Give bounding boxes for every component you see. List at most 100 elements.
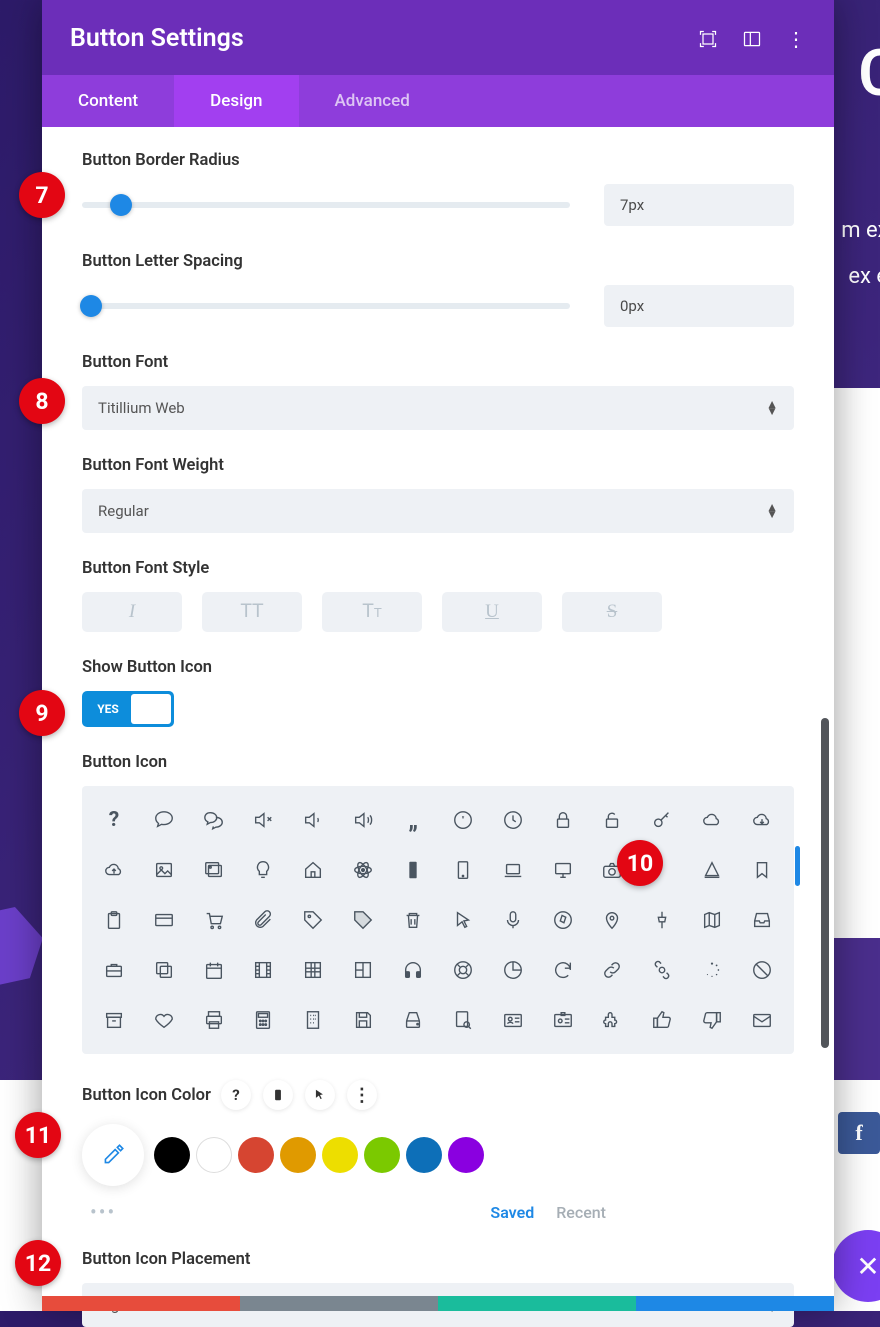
chat-bubbles-icon[interactable] bbox=[190, 796, 238, 844]
letter-spacing-value-input[interactable]: 0px bbox=[604, 285, 794, 327]
smallcaps-button[interactable]: TT bbox=[322, 592, 422, 632]
volume-low-icon[interactable] bbox=[289, 796, 337, 844]
print-icon[interactable] bbox=[190, 996, 238, 1044]
ban-icon[interactable] bbox=[738, 946, 786, 994]
recent-tab[interactable]: Recent bbox=[556, 1203, 606, 1222]
home-icon[interactable] bbox=[289, 846, 337, 894]
border-radius-slider[interactable] bbox=[82, 202, 570, 208]
building-icon[interactable] bbox=[289, 996, 337, 1044]
mobile-preview-icon[interactable] bbox=[263, 1080, 293, 1110]
inbox-icon[interactable] bbox=[738, 896, 786, 944]
atom-icon[interactable] bbox=[339, 846, 387, 894]
border-radius-value-input[interactable]: 7px bbox=[604, 184, 794, 226]
calendar-icon[interactable] bbox=[190, 946, 238, 994]
color-swatch[interactable] bbox=[406, 1137, 442, 1173]
key-icon[interactable] bbox=[638, 796, 686, 844]
layout-icon[interactable] bbox=[339, 946, 387, 994]
color-swatch[interactable] bbox=[448, 1137, 484, 1173]
triangle-icon[interactable] bbox=[688, 846, 736, 894]
chain-icon[interactable] bbox=[638, 946, 686, 994]
cloud-upload-icon[interactable] bbox=[90, 846, 138, 894]
spinner-icon[interactable] bbox=[688, 946, 736, 994]
id-badge-icon[interactable] bbox=[539, 996, 587, 1044]
hover-icon[interactable] bbox=[305, 1080, 335, 1110]
action-mid-segment[interactable] bbox=[240, 1296, 438, 1311]
color-swatch[interactable] bbox=[196, 1137, 232, 1173]
compass-icon[interactable] bbox=[539, 896, 587, 944]
more-icon[interactable]: ⋮ bbox=[347, 1080, 377, 1110]
font-weight-select[interactable]: Regular ▲▼ bbox=[82, 489, 794, 533]
pin-icon[interactable] bbox=[589, 896, 637, 944]
credit-card-icon[interactable] bbox=[140, 896, 188, 944]
action-cancel-segment[interactable] bbox=[42, 1296, 240, 1311]
thumbs-down-icon[interactable] bbox=[688, 996, 736, 1044]
bookmark-icon[interactable] bbox=[738, 846, 786, 894]
tablet-icon[interactable] bbox=[439, 846, 487, 894]
tag-fill-icon[interactable] bbox=[339, 896, 387, 944]
help-icon[interactable]: ? bbox=[221, 1080, 251, 1110]
grid-icon[interactable] bbox=[289, 946, 337, 994]
lock-icon[interactable] bbox=[539, 796, 587, 844]
color-swatch[interactable] bbox=[238, 1137, 274, 1173]
button-font-select[interactable]: Titillium Web ▲▼ bbox=[82, 386, 794, 430]
color-swatch[interactable] bbox=[154, 1137, 190, 1173]
kebab-menu-icon[interactable]: ⋮ bbox=[786, 29, 806, 49]
action-save-corner[interactable] bbox=[636, 1296, 834, 1311]
link-icon[interactable] bbox=[589, 946, 637, 994]
map-icon[interactable] bbox=[688, 896, 736, 944]
pie-icon[interactable] bbox=[489, 946, 537, 994]
eyedropper-button[interactable] bbox=[82, 1124, 144, 1186]
sidebar-layout-icon[interactable] bbox=[742, 29, 762, 49]
quote-circle-icon[interactable]: " bbox=[439, 796, 487, 844]
archive-icon[interactable] bbox=[90, 996, 138, 1044]
unlock-icon[interactable] bbox=[589, 796, 637, 844]
quote-icon[interactable]: „ bbox=[389, 796, 437, 844]
mic-icon[interactable] bbox=[489, 896, 537, 944]
cursor-icon[interactable] bbox=[439, 896, 487, 944]
images-icon[interactable] bbox=[190, 846, 238, 894]
refresh-icon[interactable] bbox=[539, 946, 587, 994]
tab-advanced[interactable]: Advanced bbox=[299, 75, 446, 127]
underline-button[interactable]: U bbox=[442, 592, 542, 632]
color-swatch[interactable] bbox=[322, 1137, 358, 1173]
cloud-download-icon[interactable] bbox=[738, 796, 786, 844]
expand-icon[interactable] bbox=[698, 29, 718, 49]
facebook-button[interactable]: f bbox=[838, 1112, 880, 1154]
more-colors-icon[interactable]: ••• bbox=[90, 1200, 116, 1224]
lightbulb-icon[interactable] bbox=[240, 846, 288, 894]
chat-bubble-icon[interactable] bbox=[140, 796, 188, 844]
heart-icon[interactable] bbox=[140, 996, 188, 1044]
paperclip-icon[interactable] bbox=[240, 896, 288, 944]
letter-spacing-slider[interactable] bbox=[82, 303, 570, 309]
copy-icon[interactable] bbox=[140, 946, 188, 994]
cloud-icon[interactable] bbox=[688, 796, 736, 844]
thumbs-up-icon[interactable] bbox=[638, 996, 686, 1044]
image-icon[interactable] bbox=[140, 846, 188, 894]
color-swatch[interactable] bbox=[364, 1137, 400, 1173]
headphones-icon[interactable] bbox=[389, 946, 437, 994]
slider-thumb[interactable] bbox=[110, 194, 132, 216]
tab-design[interactable]: Design bbox=[174, 75, 298, 127]
phone-icon[interactable] bbox=[389, 846, 437, 894]
volume-mute-icon[interactable] bbox=[240, 796, 288, 844]
icon-scrollbar[interactable] bbox=[795, 846, 800, 886]
laptop-icon[interactable] bbox=[489, 846, 537, 894]
tag-icon[interactable] bbox=[289, 896, 337, 944]
trash-icon[interactable] bbox=[389, 896, 437, 944]
calculator-icon[interactable] bbox=[240, 996, 288, 1044]
volume-high-icon[interactable] bbox=[339, 796, 387, 844]
panel-scrollbar[interactable] bbox=[821, 718, 829, 1048]
film-icon[interactable] bbox=[240, 946, 288, 994]
hdd-icon[interactable] bbox=[389, 996, 437, 1044]
save-icon[interactable] bbox=[339, 996, 387, 1044]
search-doc-icon[interactable] bbox=[439, 996, 487, 1044]
mail-icon[interactable] bbox=[738, 996, 786, 1044]
cart-icon[interactable] bbox=[190, 896, 238, 944]
italic-button[interactable]: I bbox=[82, 592, 182, 632]
action-save-segment[interactable] bbox=[438, 1296, 636, 1311]
slider-thumb[interactable] bbox=[80, 295, 102, 317]
briefcase-icon[interactable] bbox=[90, 946, 138, 994]
desktop-icon[interactable] bbox=[539, 846, 587, 894]
lifebuoy-icon[interactable] bbox=[439, 946, 487, 994]
strikethrough-button[interactable]: S bbox=[562, 592, 662, 632]
